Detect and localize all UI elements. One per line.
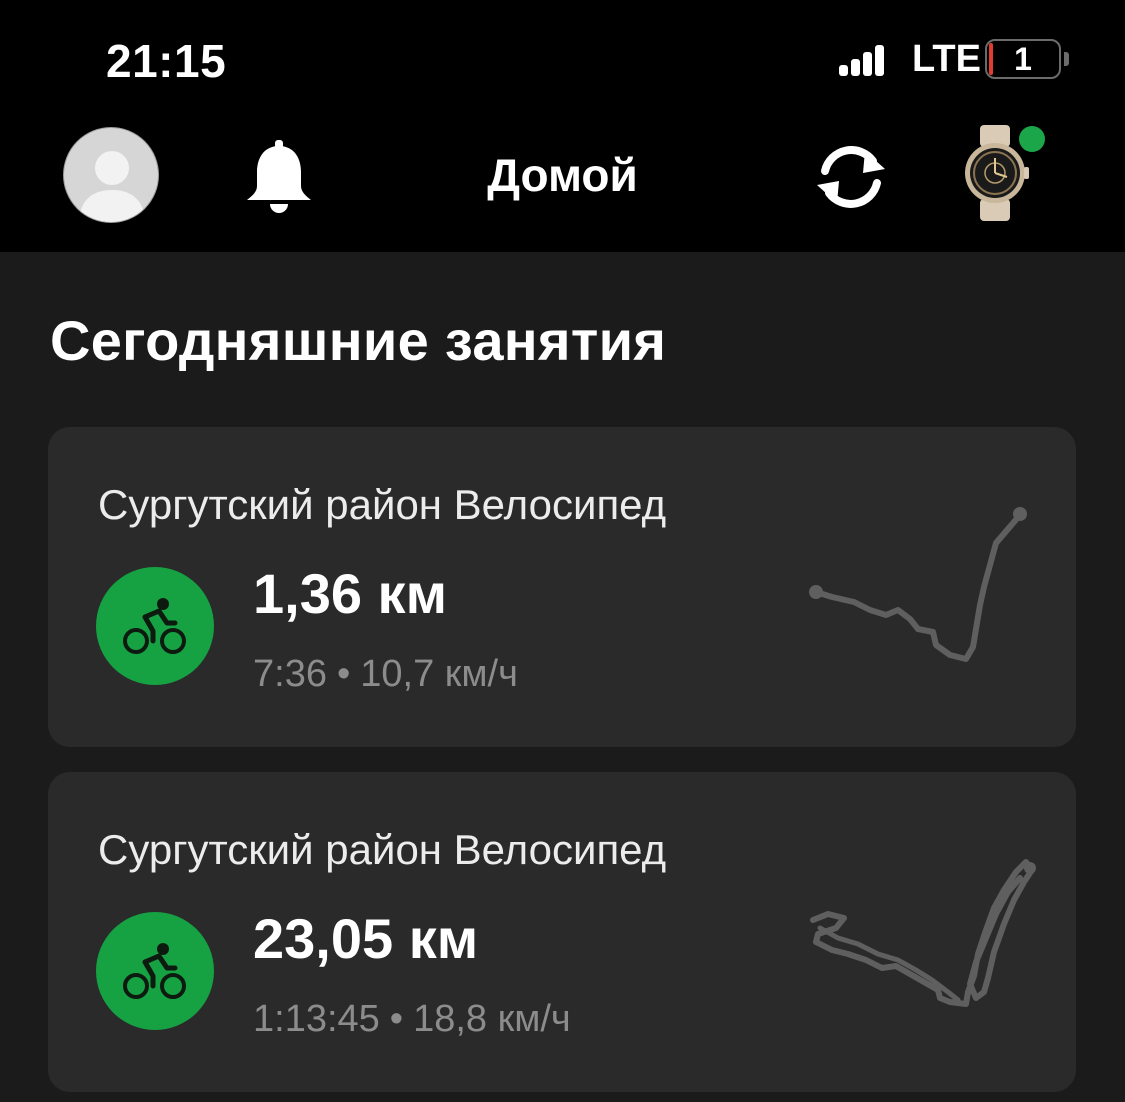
signal-strength-icon: [839, 44, 885, 76]
device-connected-dot: [1019, 126, 1045, 152]
activity-distance: 1,36 км: [253, 562, 448, 625]
battery-level: 1: [1014, 41, 1032, 77]
battery-cap: [1064, 52, 1069, 66]
page-title: Домой: [487, 149, 638, 201]
bicycle-icon: [96, 912, 214, 1030]
section-title: Сегодняшние занятия: [50, 309, 667, 372]
battery-icon: 1: [985, 39, 1061, 79]
network-type: LTE: [912, 38, 981, 80]
status-time: 21:15: [106, 35, 227, 87]
activity-duration: 1:13:45: [253, 998, 380, 1040]
bicycle-icon: [96, 567, 214, 685]
meta-separator: •: [389, 998, 404, 1040]
activity-distance: 23,05 км: [253, 907, 479, 970]
activity-speed: 10,7 км/ч: [360, 653, 518, 695]
meta-separator: •: [336, 653, 351, 695]
activity-title: Сургутский район Велосипед: [98, 481, 667, 528]
activity-card[interactable]: Сургутский район Велосипед 1,36 км 7:36 •…: [48, 427, 1076, 747]
activity-speed: 18,8 км/ч: [413, 998, 571, 1040]
route-map-thumbnail: [809, 507, 1027, 662]
route-map-thumbnail: [810, 859, 1036, 1007]
sync-icon[interactable]: [811, 137, 891, 217]
activity-card[interactable]: Сургутский район Велосипед 23,05 км 1:13…: [48, 772, 1076, 1092]
activity-title: Сургутский район Велосипед: [98, 826, 667, 873]
activity-duration: 7:36: [253, 653, 327, 695]
top-bar: 21:15 LTE 1 Домой: [0, 0, 1125, 252]
activity-meta: 1:13:45 • 18,8 км/ч: [253, 998, 571, 1041]
activity-meta: 7:36 • 10,7 км/ч: [253, 653, 518, 696]
